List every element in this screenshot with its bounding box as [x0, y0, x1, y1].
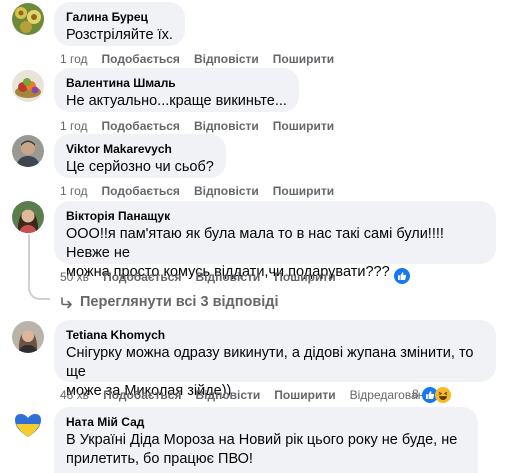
- avatar-flowers-icon: [12, 3, 44, 35]
- comment-text: Не актуально...краще викиньте...: [66, 93, 287, 109]
- like-button[interactable]: Подобається: [102, 118, 180, 134]
- comment-author[interactable]: Tetiana Khomych: [66, 327, 484, 343]
- comment-text-line: прилетить, бо працює ПВО!: [66, 451, 253, 467]
- comment-bubble: Валентина Шмаль Не актуально...краще вик…: [54, 68, 299, 112]
- avatar-woman-icon: [12, 321, 44, 353]
- comment-time[interactable]: 48 хв: [60, 387, 89, 403]
- like-button[interactable]: Подобається: [103, 269, 181, 285]
- avatar-fruit-icon: [12, 70, 44, 102]
- avatar-woman-icon: [12, 201, 44, 233]
- comment-author[interactable]: Viktor Makarevych: [66, 141, 214, 157]
- like-button[interactable]: Подобається: [102, 51, 180, 67]
- comment-time[interactable]: 50 хв: [60, 269, 89, 285]
- reply-thread-curve: [28, 286, 50, 300]
- reply-button[interactable]: Відповісти: [195, 387, 260, 403]
- comment-text-line: Снігурку можна одразу викинути, а дідові…: [66, 345, 474, 380]
- comment-actions: 1 год Подобається Відповісти Поширити: [60, 183, 348, 199]
- like-button[interactable]: Подобається: [102, 183, 180, 199]
- view-replies-link[interactable]: Переглянути всі 3 відповіді: [60, 292, 279, 312]
- comment-author[interactable]: Валентина Шмаль: [66, 75, 287, 91]
- like-icon: [394, 267, 410, 284]
- share-button[interactable]: Поширити: [273, 51, 334, 67]
- comment-bubble: Галина Бурец Розстріляйте їх.: [54, 2, 185, 46]
- avatar[interactable]: [12, 70, 44, 102]
- comment-author[interactable]: Ната Мій Сад: [66, 414, 466, 430]
- view-replies-label: Переглянути всі 3 відповіді: [80, 294, 279, 310]
- share-button[interactable]: Поширити: [274, 387, 335, 403]
- reply-button[interactable]: Відповісти: [195, 269, 260, 285]
- avatar[interactable]: [12, 409, 44, 441]
- comment-bubble: Viktor Makarevych Це серйозно чи сьоб?: [54, 134, 226, 178]
- haha-icon: [435, 386, 452, 403]
- share-button[interactable]: Поширити: [273, 183, 334, 199]
- comment-actions: 48 хв Подобається Відповісти Поширити Відред…: [60, 387, 445, 403]
- reply-button[interactable]: Відповісти: [194, 183, 259, 199]
- reaction-count: 8: [412, 387, 419, 401]
- comment-bubble: Ната Мій Сад В Україні Діда Мороза на Но…: [54, 407, 478, 473]
- reply-button[interactable]: Відповісти: [194, 118, 259, 134]
- reply-arrow-icon: [61, 297, 72, 309]
- like-button[interactable]: Подобається: [103, 387, 181, 403]
- avatar[interactable]: [12, 135, 44, 167]
- reply-button[interactable]: Відповісти: [194, 51, 259, 67]
- comment-actions: 50 хв Подобається Відповісти Поширити: [60, 269, 350, 285]
- reaction-summary[interactable]: [394, 266, 410, 284]
- comment-text: Розстріляйте їх.: [66, 27, 173, 43]
- comment-text-line: ООО!!я пам'ятаю як була мала то в нас та…: [66, 226, 444, 261]
- comment-actions: 1 год Подобається Відповісти Поширити: [60, 51, 348, 67]
- comment-bubble: Tetiana Khomych Снігурку можна одразу ви…: [54, 320, 496, 399]
- reaction-summary[interactable]: 8: [412, 385, 452, 403]
- comment-time[interactable]: 1 год: [60, 183, 88, 199]
- avatar-ukraine-heart-icon: [12, 409, 44, 441]
- comment-text-line: В Україні Діда Мороза на Новий рік цього…: [66, 432, 458, 448]
- avatar[interactable]: [12, 201, 44, 233]
- avatar[interactable]: [12, 321, 44, 353]
- reply-thread-line: [28, 234, 30, 286]
- comment-actions: 1 год Подобається Відповісти Поширити: [60, 118, 348, 134]
- comments-thread: Галина Бурец Розстріляйте їх. 1 год Подоб…: [0, 0, 515, 473]
- comment-time[interactable]: 1 год: [60, 51, 88, 67]
- comment-bubble: Вікторія Панащук ООО!!я пам'ятаю як була…: [54, 201, 496, 280]
- avatar-man-icon: [12, 135, 44, 167]
- avatar[interactable]: [12, 3, 44, 35]
- comment-time[interactable]: 1 год: [60, 118, 88, 134]
- comment-text: Це серйозно чи сьоб?: [66, 159, 214, 175]
- share-button[interactable]: Поширити: [273, 118, 334, 134]
- comment-author[interactable]: Галина Бурец: [66, 9, 173, 25]
- share-button[interactable]: Поширити: [274, 269, 335, 285]
- comment-author[interactable]: Вікторія Панащук: [66, 208, 484, 224]
